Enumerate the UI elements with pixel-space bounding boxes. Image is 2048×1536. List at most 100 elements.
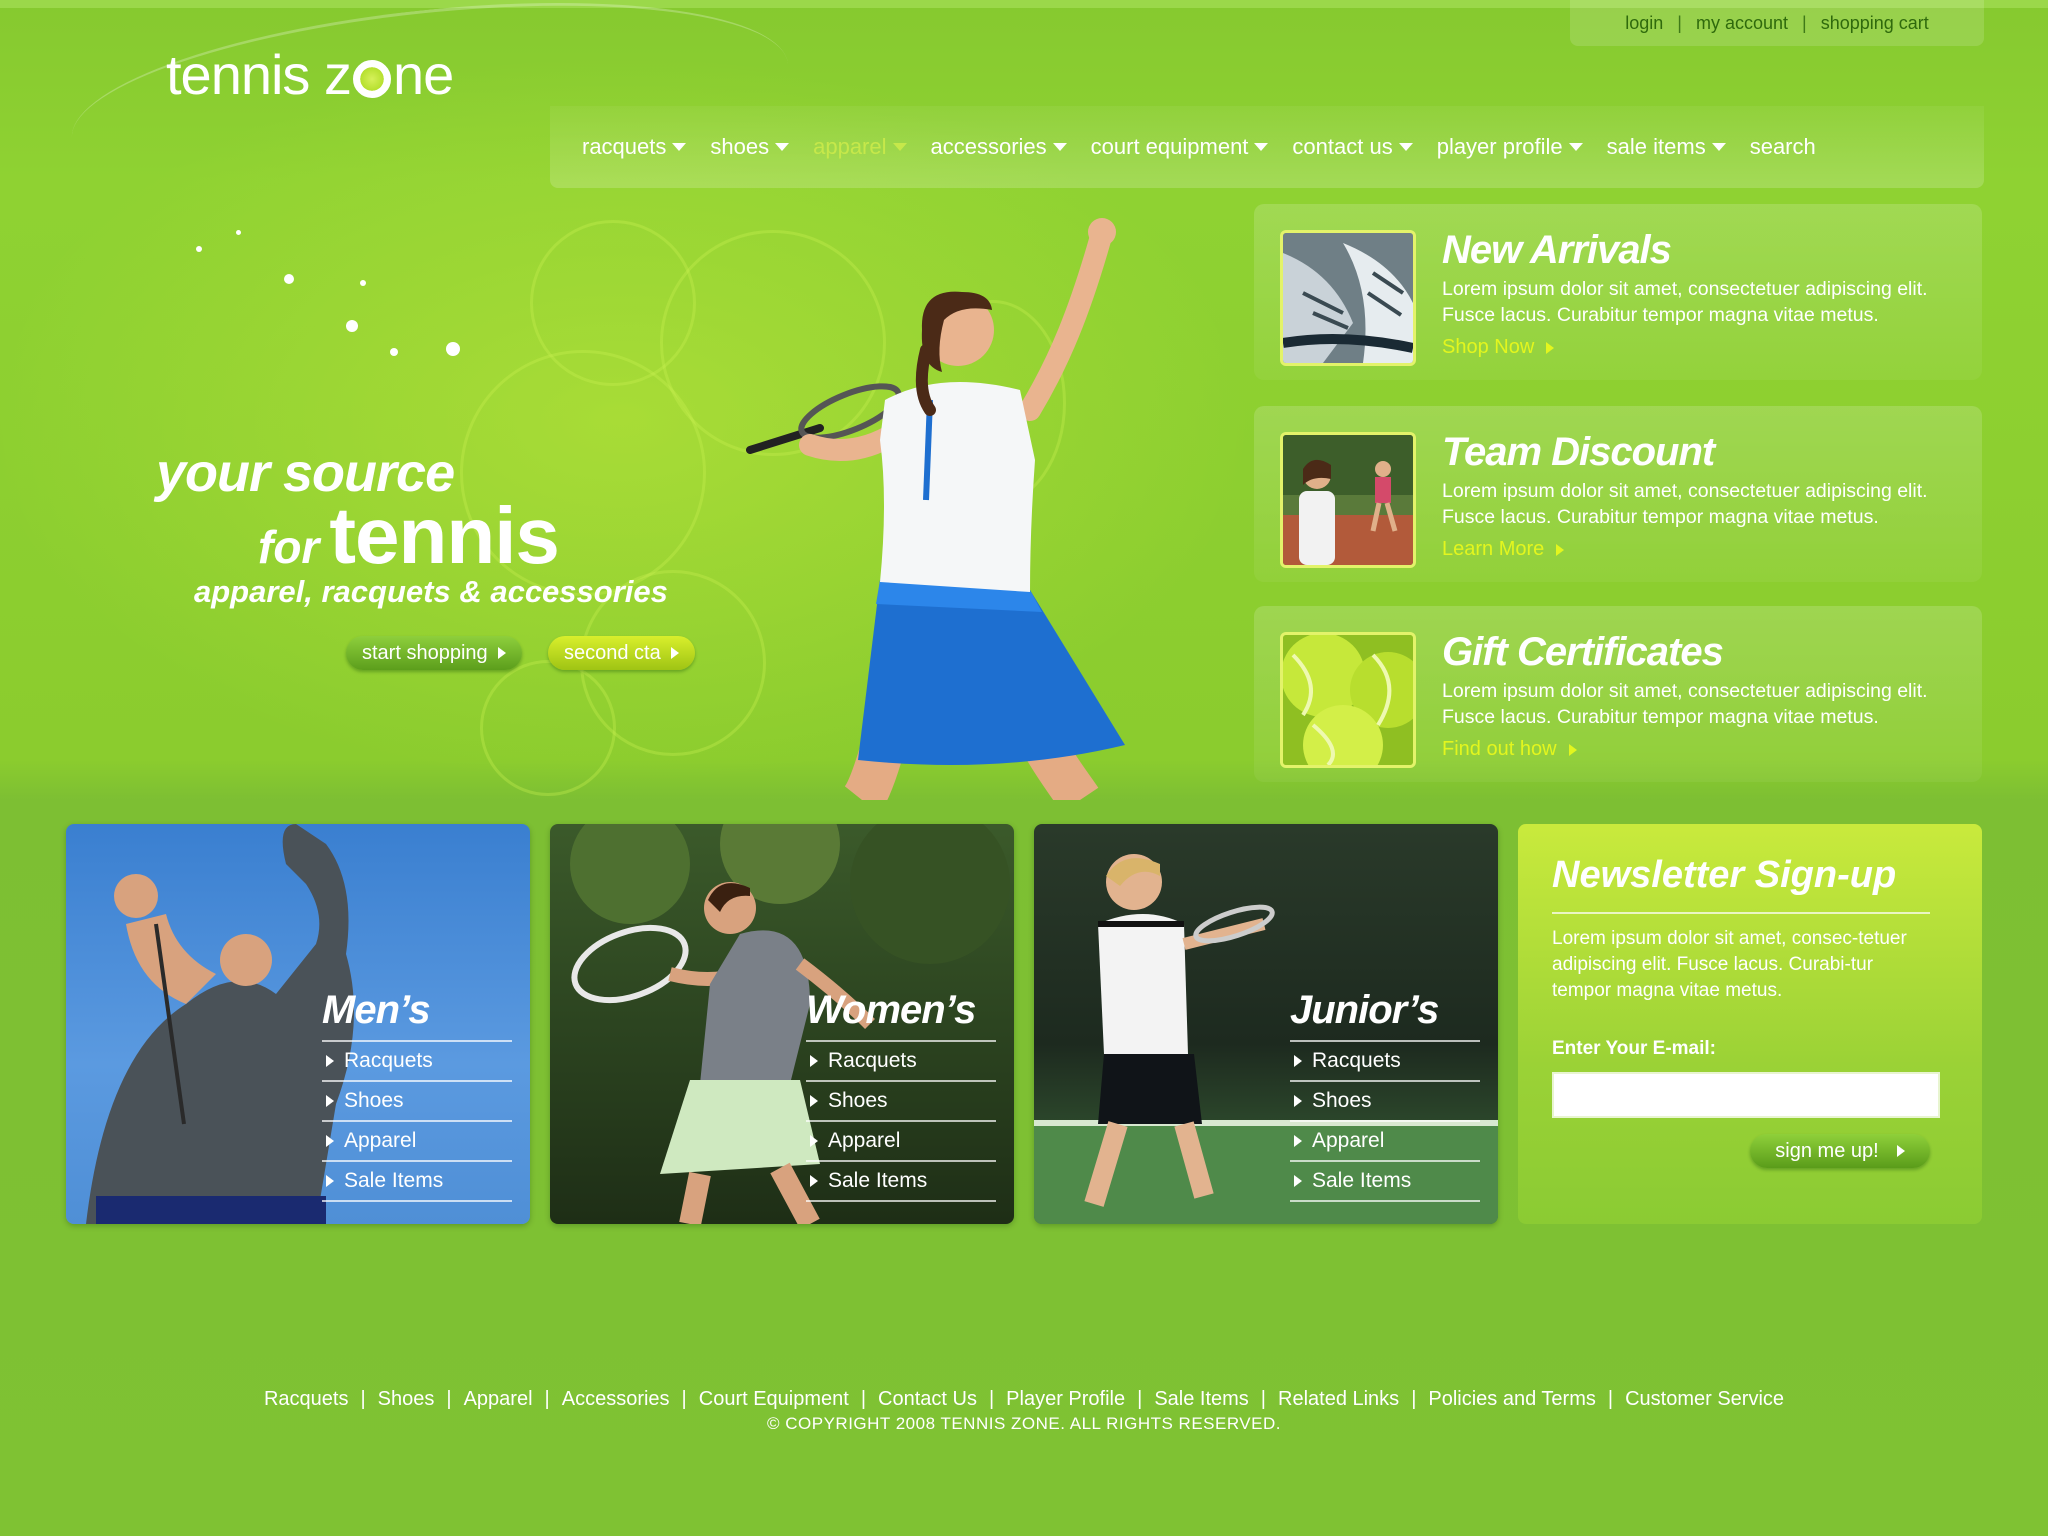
footer-link-contact-us[interactable]: Contact Us — [878, 1388, 977, 1410]
hero-headline-for: for — [258, 521, 320, 573]
category-link-sale-items[interactable]: Sale Items — [322, 1162, 512, 1202]
category-link-label: Racquets — [1312, 1049, 1401, 1072]
gift-certificates-thumbnail[interactable] — [1280, 632, 1416, 768]
category-link-sale-items[interactable]: Sale Items — [1290, 1162, 1480, 1202]
footer-link-policies-and-terms[interactable]: Policies and Terms — [1428, 1388, 1595, 1410]
nav-item-sale-items[interactable]: sale items — [1595, 134, 1738, 160]
main-nav: racquets shoes apparel accessories court equ… — [550, 106, 1984, 188]
login-link[interactable]: login — [1625, 13, 1663, 34]
footer-separator: | — [1260, 1388, 1266, 1410]
hero-headline-tennis: tennis — [329, 491, 560, 580]
my-account-link[interactable]: my account — [1696, 13, 1788, 34]
newsletter-title: Newsletter Sign-up — [1552, 854, 1897, 896]
footer-separator: | — [1607, 1388, 1614, 1410]
player-arm-raised — [1019, 229, 1111, 421]
category-link-sale-items[interactable]: Sale Items — [806, 1162, 996, 1202]
footer-separator: | — [1411, 1388, 1417, 1410]
chevron-down-icon — [1052, 143, 1067, 151]
category-link-shoes[interactable]: Shoes — [322, 1082, 512, 1122]
category-link-label: Shoes — [828, 1089, 888, 1112]
category-link-label: Shoes — [344, 1089, 404, 1112]
footer-link-sale-items[interactable]: Sale Items — [1154, 1388, 1248, 1410]
footer-separator: | — [360, 1388, 366, 1410]
category-link-label: Racquets — [344, 1049, 433, 1072]
category-link-racquets[interactable]: Racquets — [322, 1042, 512, 1082]
footer-link-apparel[interactable]: Apparel — [464, 1388, 533, 1410]
logo-text-part2: ne — [393, 43, 454, 106]
arrow-right-icon — [810, 1175, 818, 1187]
nav-item-apparel[interactable]: apparel — [801, 134, 918, 160]
category-link-label: Sale Items — [344, 1169, 444, 1192]
chevron-down-icon — [892, 143, 907, 151]
sign-me-up-label: sign me up! — [1775, 1139, 1879, 1162]
promo-title: Gift Certificates — [1442, 630, 1724, 674]
category-mens[interactable]: Men’s Racquets Shoes Apparel Sale Items — [66, 824, 530, 1224]
category-link-shoes[interactable]: Shoes — [1290, 1082, 1480, 1122]
footer-link-accessories[interactable]: Accessories — [562, 1388, 670, 1410]
nav-item-player-profile[interactable]: player profile — [1425, 134, 1595, 160]
category-juniors[interactable]: Junior’s Racquets Shoes Apparel Sale Ite… — [1034, 824, 1498, 1224]
arrow-right-icon — [326, 1175, 334, 1187]
learn-more-link[interactable]: Learn More — [1442, 538, 1565, 561]
category-title: Men’s — [322, 988, 431, 1032]
sign-me-up-button[interactable]: sign me up! — [1750, 1134, 1930, 1168]
footer-separator: | — [860, 1388, 867, 1410]
shopping-cart-link[interactable]: shopping cart — [1821, 13, 1929, 34]
footer-link-racquets[interactable]: Racquets — [264, 1388, 349, 1410]
nav-item-label: sale items — [1606, 134, 1706, 159]
nav-item-shoes[interactable]: shoes — [698, 134, 801, 160]
footer-separator: | — [988, 1388, 995, 1410]
nav-item-contact-us[interactable]: contact us — [1280, 134, 1424, 160]
nav-item-label: search — [1749, 134, 1816, 159]
sparkle-decoration — [446, 342, 460, 356]
chevron-down-icon — [775, 143, 790, 151]
promo-title: New Arrivals — [1442, 228, 1672, 272]
footer-separator: | — [1137, 1388, 1143, 1410]
promo-link-label: Learn More — [1442, 538, 1545, 560]
footer-link-player-profile[interactable]: Player Profile — [1006, 1388, 1125, 1410]
shop-now-link[interactable]: Shop Now — [1442, 336, 1555, 359]
promo-team-discount: Team Discount Lorem ipsum dolor sit amet… — [1254, 406, 1982, 582]
sparkle-decoration — [196, 246, 202, 252]
player-hand — [1088, 218, 1116, 246]
arrow-right-icon — [1568, 743, 1577, 756]
footer-link-court-equipment[interactable]: Court Equipment — [699, 1388, 849, 1410]
footer-link-shoes[interactable]: Shoes — [378, 1388, 435, 1410]
footer-link-customer-service[interactable]: Customer Service — [1625, 1388, 1784, 1410]
category-link-shoes[interactable]: Shoes — [806, 1082, 996, 1122]
category-link-apparel[interactable]: Apparel — [1290, 1122, 1480, 1162]
arrow-right-icon — [326, 1135, 334, 1147]
second-cta-button[interactable]: second cta — [548, 636, 695, 670]
category-links: Racquets Shoes Apparel Sale Items — [806, 1040, 996, 1202]
nav-item-label: apparel — [813, 134, 887, 159]
hero-headline-line2: for tennis — [258, 490, 560, 582]
email-input[interactable] — [1552, 1072, 1940, 1118]
nav-item-search[interactable]: search — [1738, 134, 1828, 160]
sparkle-decoration — [390, 348, 398, 356]
nav-item-accessories[interactable]: accessories — [919, 134, 1079, 160]
nav-item-label: court equipment — [1090, 134, 1249, 159]
category-link-apparel[interactable]: Apparel — [806, 1122, 996, 1162]
arrow-right-icon — [1294, 1175, 1302, 1187]
arrow-right-icon — [810, 1135, 818, 1147]
find-out-how-link[interactable]: Find out how — [1442, 738, 1577, 761]
category-link-racquets[interactable]: Racquets — [1290, 1042, 1480, 1082]
new-arrivals-thumbnail[interactable] — [1280, 230, 1416, 366]
category-link-apparel[interactable]: Apparel — [322, 1122, 512, 1162]
tennis-player-image — [746, 218, 1125, 800]
site-logo[interactable]: tennis z ne — [166, 42, 454, 107]
category-link-racquets[interactable]: Racquets — [806, 1042, 996, 1082]
team-discount-thumbnail[interactable] — [1280, 432, 1416, 568]
newsletter-signup: Newsletter Sign-up Lorem ipsum dolor sit… — [1518, 824, 1982, 1224]
tennis-balls-image — [1283, 635, 1413, 765]
nav-item-racquets[interactable]: racquets — [570, 134, 698, 160]
newsletter-description: Lorem ipsum dolor sit amet, consec-tetue… — [1552, 928, 1907, 1001]
arrow-right-icon — [497, 647, 506, 659]
newsletter-divider — [1552, 912, 1930, 914]
arrow-right-icon — [1294, 1135, 1302, 1147]
player-ponytail — [915, 344, 936, 416]
start-shopping-button[interactable]: start shopping — [346, 636, 522, 670]
footer-link-related-links[interactable]: Related Links — [1278, 1388, 1399, 1410]
category-womens[interactable]: Women’s Racquets Shoes Apparel Sale Item… — [550, 824, 1014, 1224]
nav-item-court-equipment[interactable]: court equipment — [1079, 134, 1281, 160]
